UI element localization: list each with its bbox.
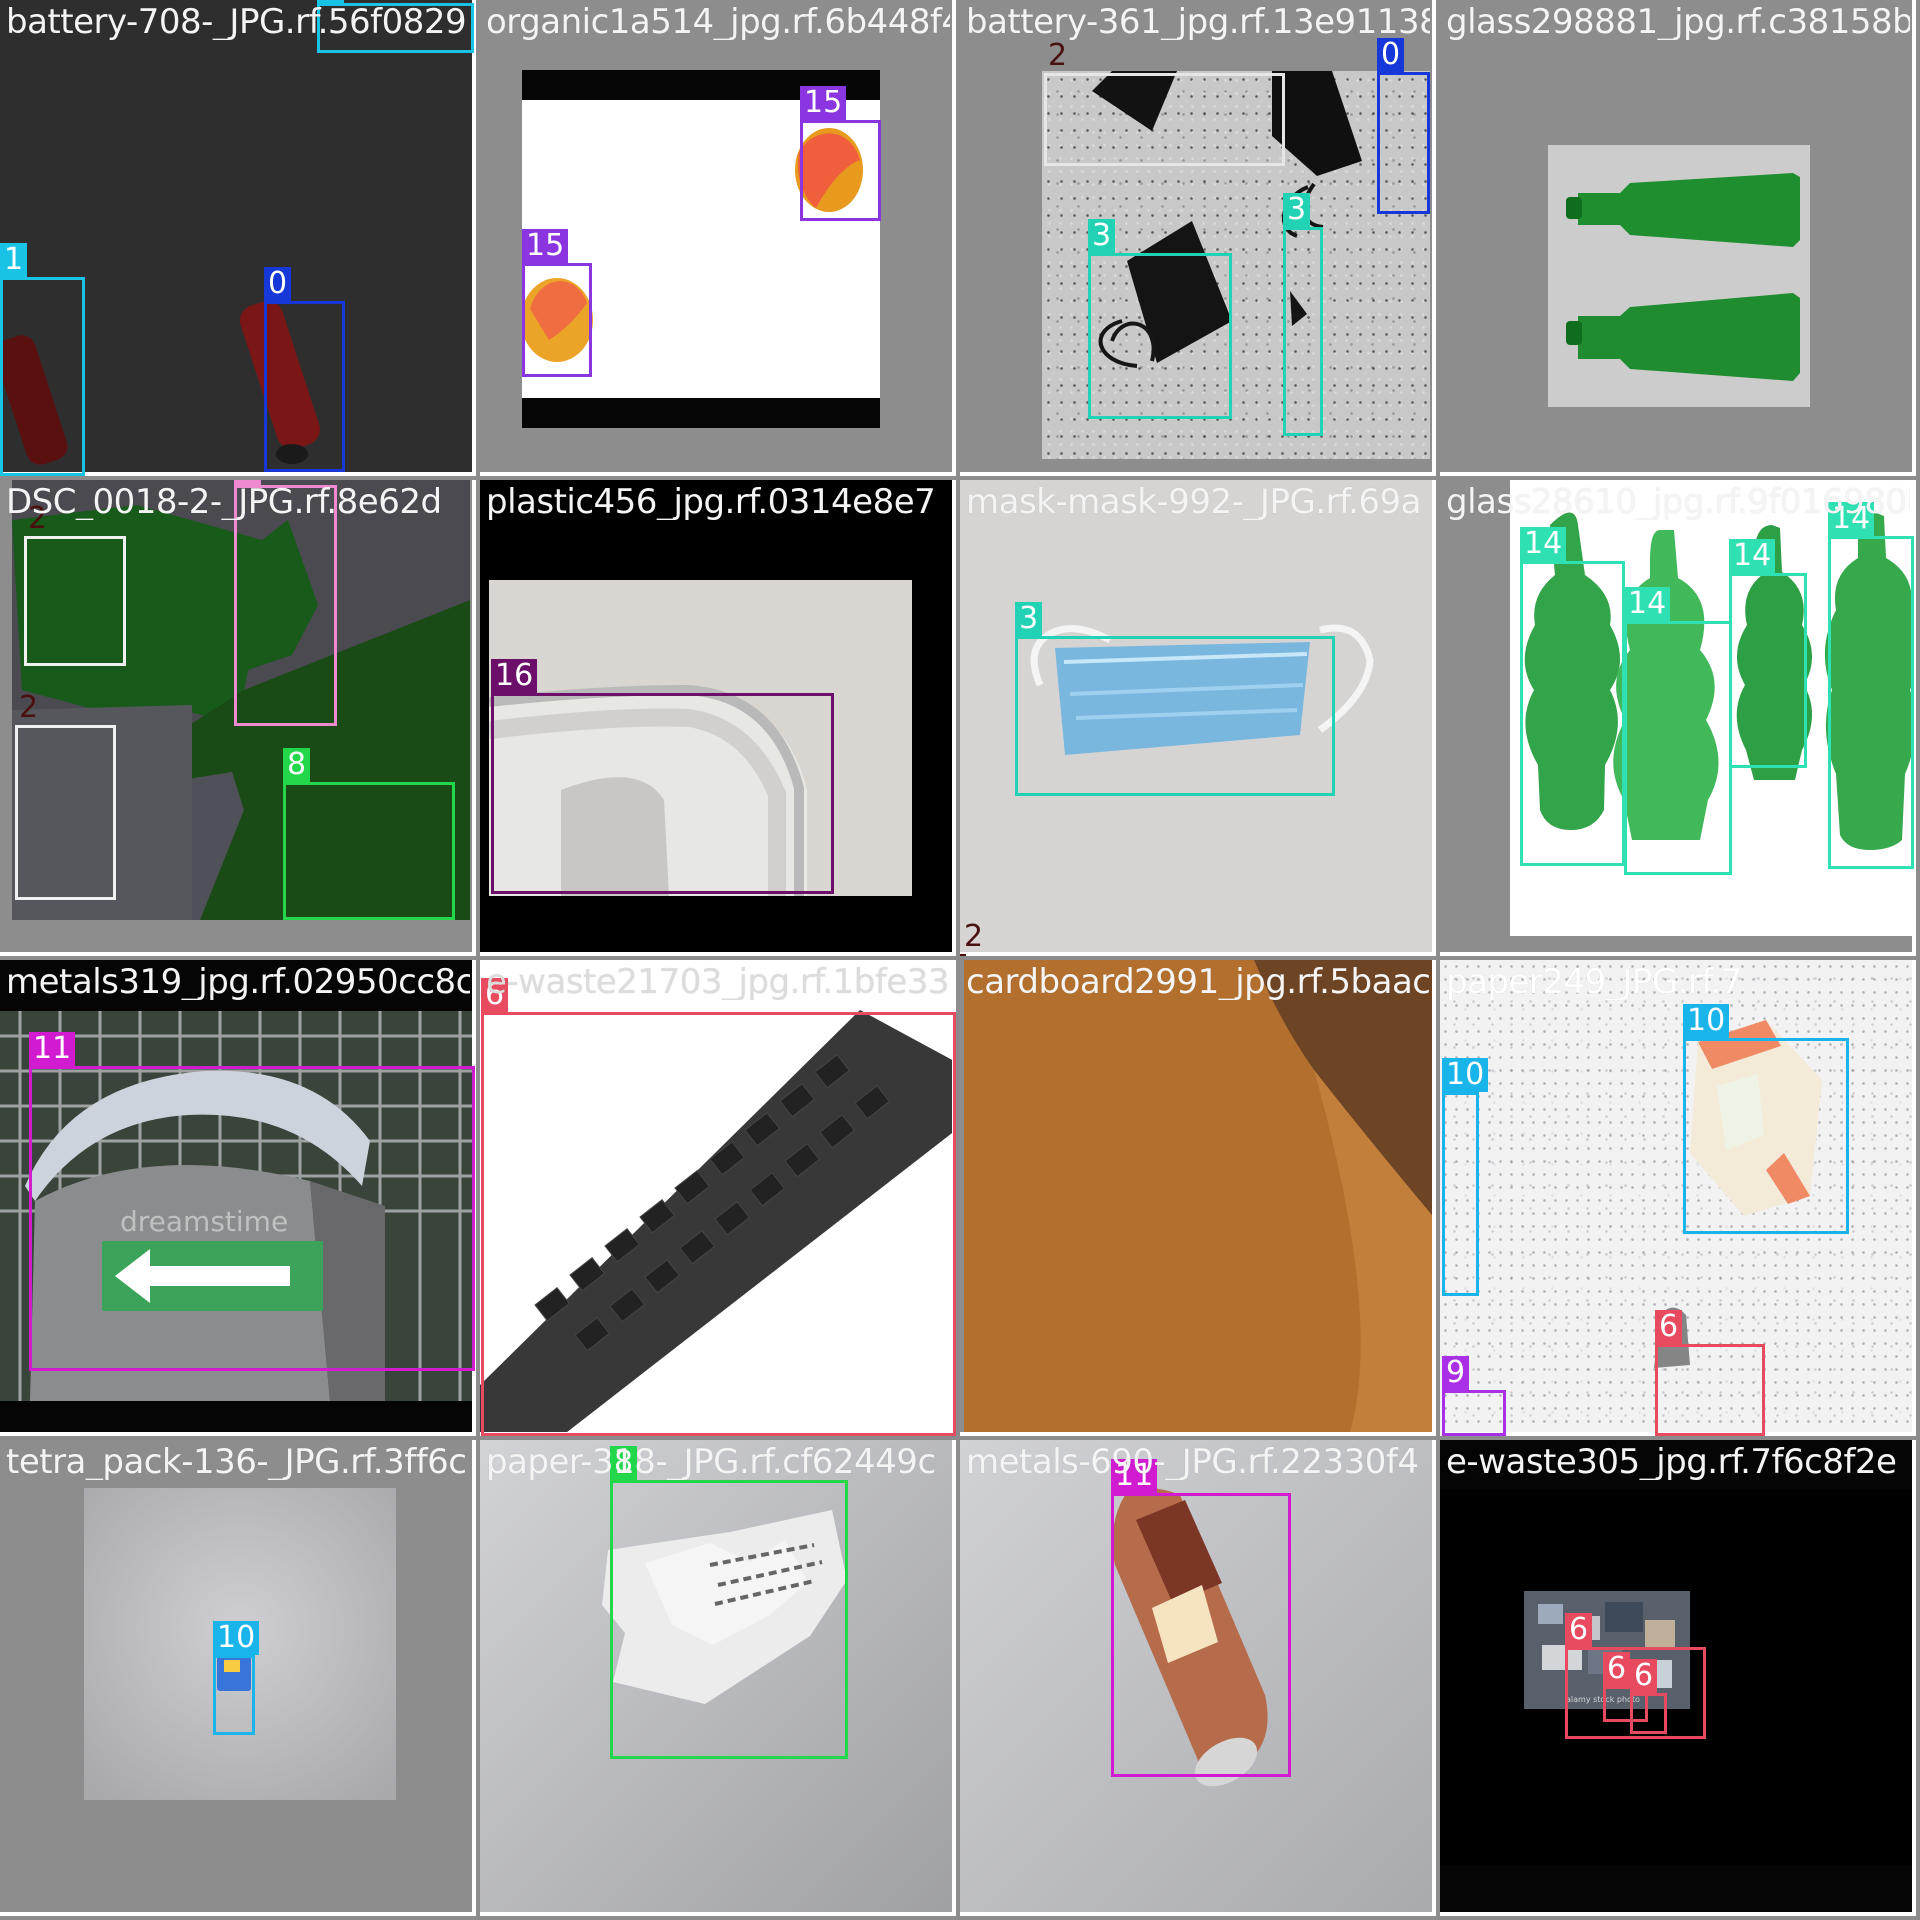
detection-box: 8: [610, 1446, 848, 1759]
detection-label: 15: [800, 86, 847, 120]
detection-box: 15: [800, 86, 881, 221]
glass-bottles-photo: [1548, 145, 1810, 407]
tile-9: dreamstime metals319_jpg.rf.02950cc8c 11: [0, 960, 476, 1436]
detection-box: 11: [1111, 1459, 1291, 1777]
tile-title: mask-mask-992-_JPG.rf.69a: [966, 484, 1421, 520]
detection-box: 14: [1729, 539, 1807, 768]
tile-14: paper-318-_JPG.rf.cf62449c 8: [480, 1440, 956, 1916]
detection-label: 6: [1630, 1659, 1658, 1693]
detection-label: 10: [1683, 1004, 1730, 1038]
detection-label: 6: [1603, 1652, 1631, 1686]
detection-label: 14: [1729, 539, 1776, 573]
detection-box: 10: [1442, 1058, 1489, 1296]
detection-label: 1: [317, 0, 345, 3]
tile-4: glass298881_jpg.rf.c38158bfac: [1440, 0, 1916, 476]
tile-title: organic1a514_jpg.rf.6b448f46: [486, 4, 950, 40]
detection-box: 14: [1828, 502, 1914, 869]
detection-box: 5: [234, 480, 337, 726]
detection-box: 3: [1283, 193, 1323, 436]
detection-box: 14: [1624, 587, 1732, 875]
tile-title: DSC_0018-2-_JPG.rf.8e62d: [6, 484, 442, 520]
detection-box: 6: [1655, 1310, 1765, 1436]
tile-title: glass298881_jpg.rf.c38158bfac: [1446, 4, 1910, 40]
detection-box: 11: [29, 1032, 475, 1371]
tile-13: tetra_pack-136-_JPG.rf.3ff6c 10: [0, 1440, 476, 1916]
detection-label: 6: [1565, 1613, 1593, 1647]
tile-12: paper249_JPG.rf.7 10 10 6 9: [1440, 960, 1916, 1436]
detection-label: 14: [1624, 587, 1671, 621]
detection-label: 2: [964, 919, 984, 954]
detection-label: 6: [1655, 1310, 1683, 1344]
detection-label: 9: [1442, 1356, 1470, 1390]
tile-title: plastic456_jpg.rf.0314e8e7: [486, 484, 936, 520]
cardboard-photo: [964, 960, 1436, 1436]
detection-label: 1: [0, 243, 28, 277]
cardboard-image: [964, 960, 1436, 1436]
detection-label: 11: [29, 1032, 76, 1066]
tile-16: alamy stock photo e-waste305_jpg.rf.7f6c…: [1440, 1440, 1916, 1916]
tile-10: e-waste21703_jpg.rf.1bfe336f 6: [480, 960, 956, 1436]
detection-label: 3: [1283, 193, 1311, 227]
detection-label: 2: [19, 690, 39, 725]
tile-15: metals-690-_JPG.rf.22330f4 11: [960, 1440, 1436, 1916]
tile-1: battery-708-_JPG.rf.56f0829 1 1 0: [0, 0, 476, 476]
detection-mosaic: battery-708-_JPG.rf.56f0829 1 1 0 organi…: [0, 0, 1920, 1920]
detection-label: 10: [213, 1621, 260, 1655]
detection-box: 16: [491, 659, 834, 894]
detection-box: 2: [24, 502, 126, 666]
detection-box: 2: [1044, 39, 1285, 166]
tile-title: glass28610_jpg.rf.9f016980b: [1446, 484, 1910, 520]
tile-7: mask-mask-992-_JPG.rf.69a 3 2: [960, 480, 1436, 956]
tile-title: cardboard2991_jpg.rf.5baac: [966, 964, 1430, 1000]
tile-title: metals-690-_JPG.rf.22330f4: [966, 1444, 1419, 1480]
detection-box: 15: [522, 229, 592, 377]
tile-title: e-waste21703_jpg.rf.1bfe336f: [486, 964, 950, 1000]
detection-label: 16: [491, 659, 538, 693]
detection-label: 0: [1377, 38, 1405, 72]
tile-title: battery-361_jpg.rf.13e9113844: [966, 4, 1430, 40]
detection-label: 3: [1088, 219, 1116, 253]
tile-8: glass28610_jpg.rf.9f016980b 14 14 14 14: [1440, 480, 1916, 956]
detection-box: 10: [213, 1621, 260, 1735]
detection-label: 0: [264, 267, 292, 301]
detection-box: 14: [1520, 527, 1625, 866]
detection-box: 2: [15, 691, 116, 900]
detection-label: 10: [1442, 1058, 1489, 1092]
detection-label: 15: [522, 229, 569, 263]
detection-box: 10: [1683, 1004, 1849, 1234]
tile-title: battery-708-_JPG.rf.56f0829: [6, 4, 467, 40]
detection-box: 6: [1630, 1659, 1667, 1734]
detection-box: 2: [960, 920, 983, 956]
tile-title: paper-318-_JPG.rf.cf62449c: [486, 1444, 936, 1480]
detection-box: 0: [1377, 38, 1430, 214]
detection-box: 3: [1015, 602, 1335, 796]
detection-box: 8: [283, 748, 455, 920]
detection-label: 2: [1048, 38, 1068, 73]
detection-label: 14: [1520, 527, 1567, 561]
detection-box: 0: [264, 267, 345, 472]
glass-bottles-image: [1548, 145, 1810, 407]
detection-label: 8: [283, 748, 311, 782]
tile-5: DSC_0018-2-_JPG.rf.8e62d 2 2 5 8: [0, 480, 476, 956]
detection-label: 3: [1015, 602, 1043, 636]
tile-title: paper249_JPG.rf.7: [1446, 964, 1742, 1000]
tile-2: organic1a514_jpg.rf.6b448f46 15 15: [480, 0, 956, 476]
detection-box: 1: [0, 243, 85, 476]
detection-box: 6: [481, 978, 956, 1436]
tile-3: battery-361_jpg.rf.13e9113844 2 0 3 3: [960, 0, 1436, 476]
tile-6: plastic456_jpg.rf.0314e8e7 16: [480, 480, 956, 956]
detection-box: 9: [1442, 1356, 1506, 1436]
detection-box: 3: [1088, 219, 1232, 419]
tile-title: e-waste305_jpg.rf.7f6c8f2e: [1446, 1444, 1897, 1480]
tile-title: metals319_jpg.rf.02950cc8c: [6, 964, 470, 1000]
tile-11: cardboard2991_jpg.rf.5baac: [960, 960, 1436, 1436]
tile-title: tetra_pack-136-_JPG.rf.3ff6c: [6, 1444, 467, 1480]
